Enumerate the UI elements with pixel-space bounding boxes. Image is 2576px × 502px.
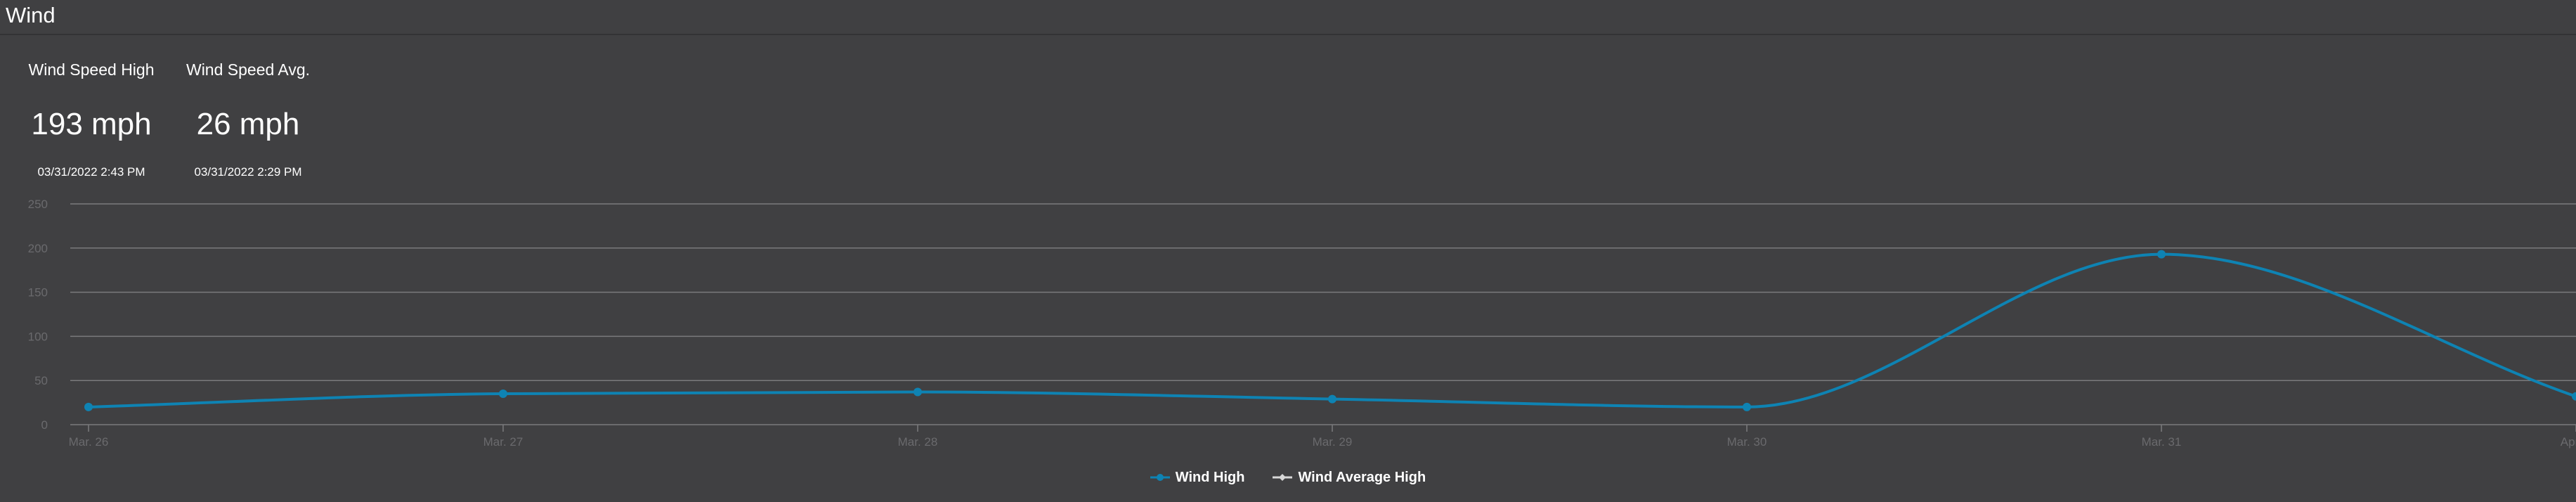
x-tick-label: Mar. 28 bbox=[898, 435, 938, 449]
x-tick-label: Mar. 26 bbox=[69, 435, 109, 449]
stat-high-label: Wind Speed High bbox=[28, 60, 155, 79]
data-point-wind-high[interactable] bbox=[2157, 250, 2166, 259]
y-tick-label: 100 bbox=[28, 330, 48, 343]
y-tick-label: 150 bbox=[28, 286, 48, 300]
legend-swatch-wind-average-high bbox=[1273, 474, 1293, 481]
x-tick-label: Mar. 31 bbox=[2142, 435, 2182, 449]
legend-item-wind-average-high[interactable]: Wind Average High bbox=[1273, 468, 1426, 487]
y-tick-label: 250 bbox=[28, 198, 48, 211]
data-point-wind-high[interactable] bbox=[913, 387, 922, 397]
series-line-wind-high bbox=[88, 252, 2576, 408]
legend-item-wind-high[interactable]: Wind High bbox=[1150, 468, 1245, 487]
legend-swatch-wind-high bbox=[1150, 474, 1170, 481]
stat-avg-time: 03/31/2022 2:29 PM bbox=[194, 165, 302, 179]
y-tick-label: 0 bbox=[41, 418, 48, 432]
stat-high-value: 193 mph bbox=[31, 107, 152, 141]
panel-title: Wind bbox=[6, 3, 56, 27]
data-point-wind-high[interactable] bbox=[2572, 392, 2576, 401]
data-point-wind-high[interactable] bbox=[1743, 402, 1751, 411]
x-tick-label: Apr. 1 bbox=[2561, 435, 2576, 449]
data-point-wind-high[interactable] bbox=[499, 390, 507, 399]
legend-label-wind-average-high: Wind Average High bbox=[1298, 470, 1426, 485]
stat-wind-speed-avg: Wind Speed Avg. 26 mph 03/31/2022 2:29 P… bbox=[178, 59, 318, 180]
y-tick-label: 200 bbox=[28, 242, 48, 255]
panel-header: Wind bbox=[0, 0, 2576, 35]
chart-legend: Wind High Wind Average High bbox=[0, 468, 2576, 487]
x-tick-label: Mar. 30 bbox=[1727, 435, 1767, 449]
data-point-wind-high[interactable] bbox=[84, 402, 93, 411]
stat-avg-value: 26 mph bbox=[196, 107, 300, 141]
y-tick-label: 50 bbox=[34, 374, 48, 387]
stat-high-time: 03/31/2022 2:43 PM bbox=[37, 165, 145, 179]
stat-avg-label: Wind Speed Avg. bbox=[186, 60, 311, 79]
x-tick-label: Mar. 29 bbox=[1313, 435, 1353, 449]
stat-wind-speed-high: Wind Speed High 193 mph 03/31/2022 2:43 … bbox=[21, 59, 162, 180]
wind-line-chart: 0 50 100 150 200 250 Mar. 26 Mar. 27 Mar. 28 Mar.… bbox=[28, 198, 2576, 449]
legend-label-wind-high: Wind High bbox=[1175, 470, 1245, 485]
data-point-wind-high[interactable] bbox=[1328, 394, 1336, 404]
x-tick-label: Mar. 27 bbox=[483, 435, 523, 449]
